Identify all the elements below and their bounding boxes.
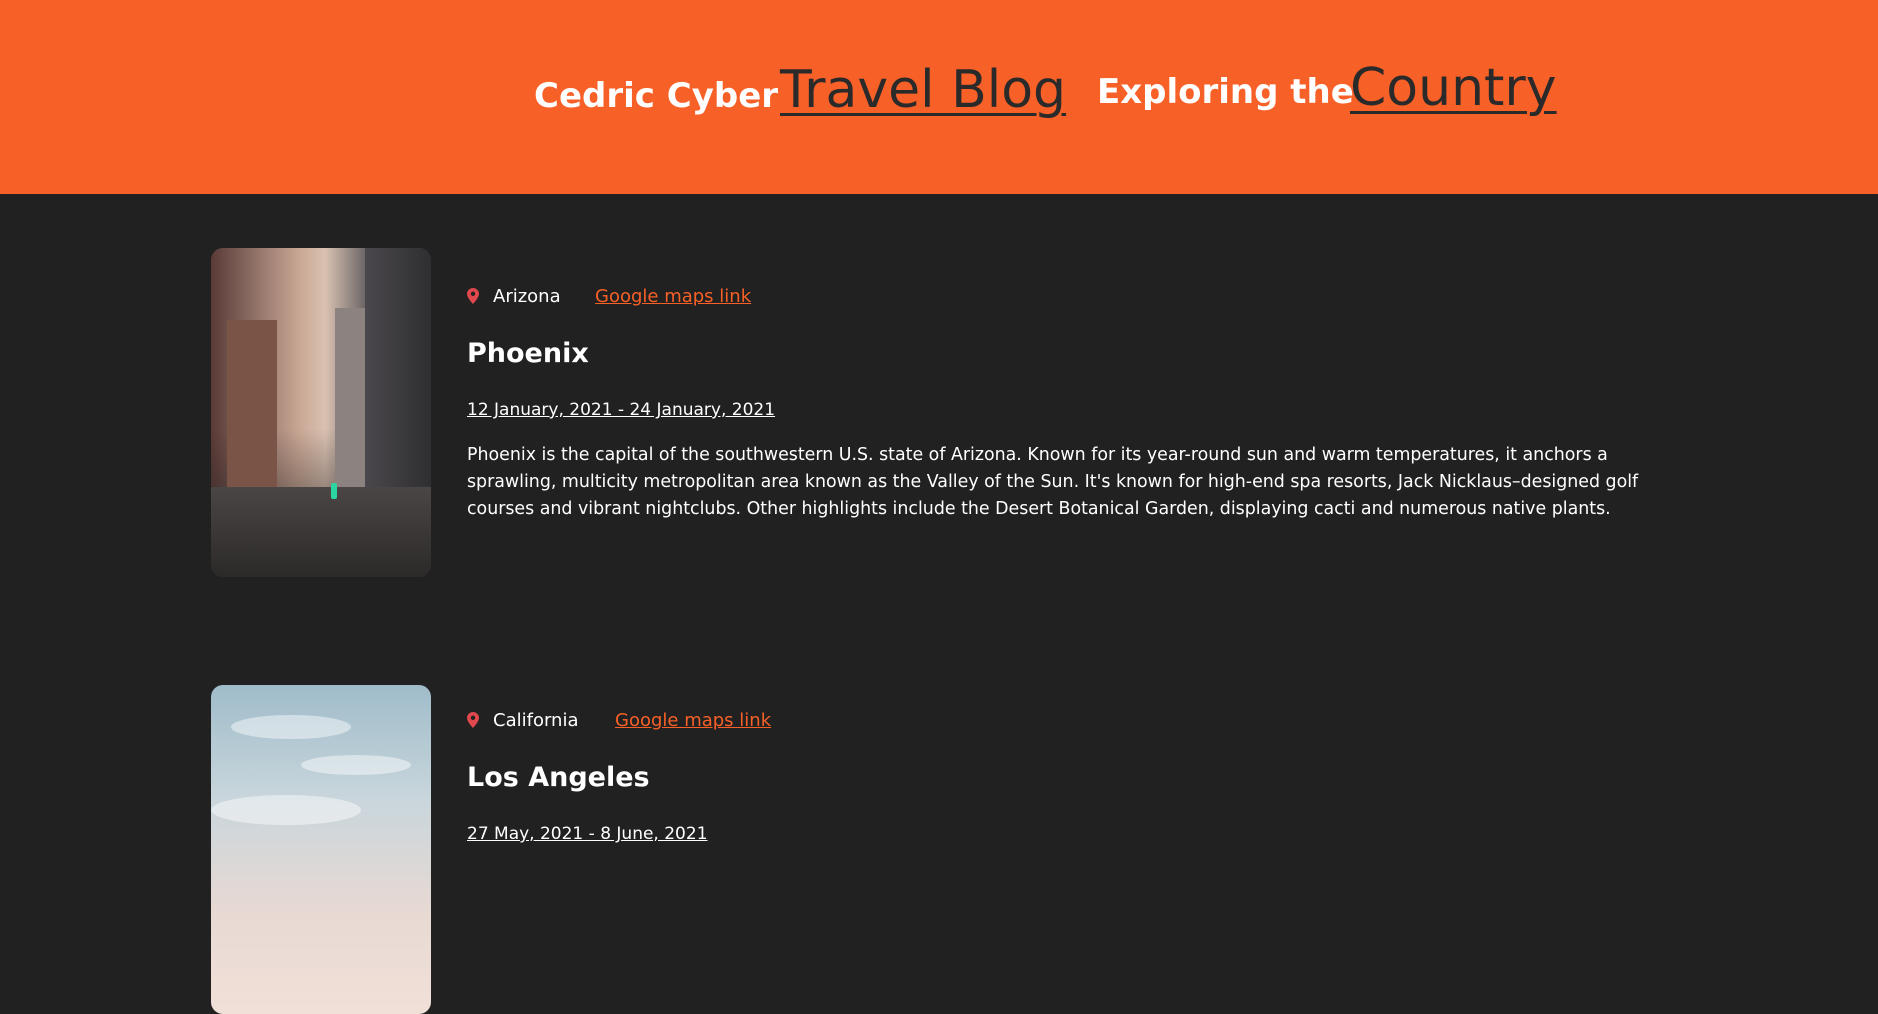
exploring-text: Exploring the (1097, 72, 1354, 112)
travel-entry: Arizona Google maps link Phoenix 12 Janu… (211, 248, 1681, 578)
header-title: Cedric Cyber Travel Blog Exploring the C… (0, 0, 1878, 194)
cloud (231, 715, 351, 739)
travel-entry: California Google maps link Los Angeles … (211, 685, 1681, 1014)
google-maps-link[interactable]: Google maps link (615, 710, 771, 731)
cloud (301, 755, 411, 775)
entry-description: Phoenix is the capital of the southweste… (467, 445, 1639, 519)
map-pin-icon (467, 288, 479, 304)
state-name: Arizona (493, 286, 561, 307)
cloudy-sky-photo (211, 685, 431, 1014)
city-title: Phoenix (467, 338, 589, 369)
map-pin-icon (467, 712, 479, 728)
city-street-photo (211, 248, 431, 577)
site-header: Cedric Cyber Travel Blog Exploring the C… (0, 0, 1878, 194)
google-maps-link[interactable]: Google maps link (595, 286, 751, 307)
country-link[interactable]: Country (1350, 58, 1557, 118)
city-title: Los Angeles (467, 762, 650, 793)
travel-blog-link[interactable]: Travel Blog (780, 60, 1066, 120)
cloud (211, 795, 361, 825)
trip-dates: 12 January, 2021 - 24 January, 2021 (467, 400, 776, 420)
street (211, 487, 431, 577)
state-name: California (493, 710, 579, 731)
author-name: Cedric Cyber (534, 76, 779, 116)
traffic-light (331, 483, 337, 499)
trip-dates: 27 May, 2021 - 8 June, 2021 (467, 824, 708, 844)
